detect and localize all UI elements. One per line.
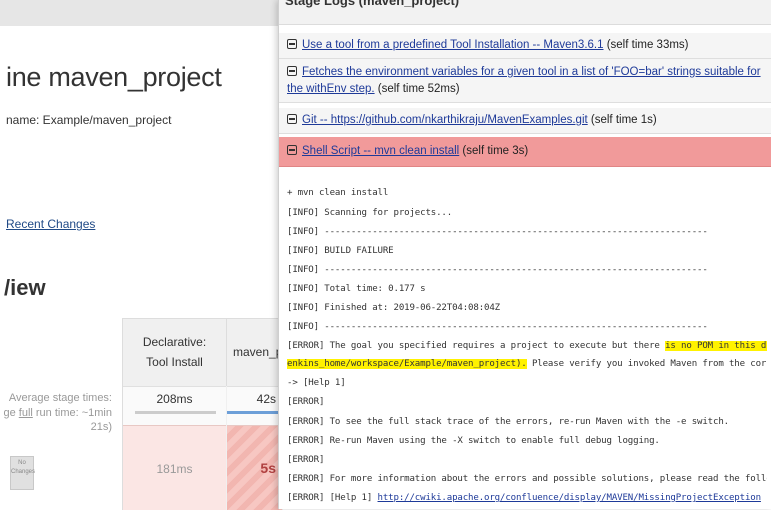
log-step[interactable]: Use a tool from a predefined Tool Instal… (279, 33, 771, 59)
page-header-bar (0, 0, 290, 26)
stage-column-label: maven_pr (233, 345, 282, 359)
log-line: -> [Help 1] (287, 378, 346, 388)
log-line: [ERROR] Re-run Maven using the -X switch… (287, 436, 660, 446)
log-line: [INFO] ---------------------------------… (287, 322, 708, 332)
log-step[interactable]: Fetches the environment variables for a … (279, 59, 771, 103)
log-line: [INFO] Finished at: 2019-06-22T04:08:04Z (287, 303, 500, 313)
log-line: [INFO] Scanning for projects... (287, 208, 453, 218)
step-self-time: (self time 33ms) (603, 39, 689, 51)
stage-column-label: Declarative: Tool Install (142, 335, 207, 369)
average-stage-times-label: Average stage times: (8, 392, 112, 404)
log-line: [ERROR] For more information about the e… (287, 474, 767, 484)
full-run-link[interactable]: full (19, 407, 33, 419)
log-line: + mvn clean install (287, 188, 389, 198)
recent-changes-link[interactable]: Recent Changes (6, 217, 95, 231)
average-time-value: 208ms (156, 392, 193, 406)
run-time-suffix: run time: ~1min (32, 407, 112, 419)
step-link[interactable]: Use a tool from a predefined Tool Instal… (302, 39, 604, 51)
log-text: [ERROR] The goal you specified requires … (287, 341, 666, 351)
stage-run-time: 5s (260, 460, 276, 476)
average-time-value: 42s (256, 392, 276, 406)
log-line: [INFO] BUILD FAILURE (287, 246, 394, 256)
stage-view-heading: /iew (4, 275, 46, 300)
log-line-error: enkins_home/workspace/Example/maven_proj… (287, 359, 767, 369)
stage-run-time: 181ms (156, 462, 193, 476)
stage-run-cell-failed[interactable]: 5s (227, 425, 282, 510)
stage-column-header: Declarative: Tool Install (123, 318, 227, 386)
log-line: [ERROR] (287, 455, 325, 465)
full-project-name: name: Example/maven_project (6, 113, 172, 127)
average-time-cell: 208ms (123, 386, 226, 425)
log-line: [INFO] ---------------------------------… (287, 227, 708, 237)
console-output: + mvn clean install [INFO] Scanning for … (279, 177, 771, 509)
log-text: [ERROR] [Help 1] (287, 493, 378, 503)
run-time-prefix: ge (3, 407, 19, 419)
collapse-icon[interactable] (287, 38, 297, 49)
collapse-icon[interactable] (287, 113, 297, 124)
highlighted-text: is no POM in this directory (/var/j (665, 341, 767, 351)
page-title: ine maven_project (6, 62, 222, 92)
step-self-time: (self time 1s) (587, 114, 657, 126)
average-time-bar (227, 411, 282, 414)
log-line: [ERROR] To see the full stack trace of t… (287, 417, 729, 427)
dialog-title: Stage Logs (maven_project) (285, 0, 460, 8)
step-self-time: (self time 3s) (459, 145, 529, 157)
stage-logs-dialog: Stage Logs (maven_project) Use a tool fr… (278, 0, 771, 509)
average-time-cell: 42s (227, 386, 282, 425)
step-link[interactable]: Shell Script -- mvn clean install (302, 145, 459, 157)
collapse-icon[interactable] (287, 65, 297, 76)
log-line: [ERROR] (287, 397, 325, 407)
help-link[interactable]: http://cwiki.apache.org/confluence/displ… (378, 493, 762, 503)
log-text: Please verify you invoked Maven from the… (531, 359, 767, 369)
no-changes-badge: No Changes (10, 456, 35, 490)
log-line-error: [ERROR] The goal you specified requires … (287, 341, 767, 351)
step-link[interactable]: Git -- https://github.com/nkarthikraju/M… (302, 114, 588, 126)
dialog-titlebar: Stage Logs (maven_project) (279, 0, 771, 25)
highlighted-text: enkins_home/workspace/Example/maven_proj… (287, 359, 527, 369)
full-run-time-label: ge full run time: ~1min (0, 407, 112, 419)
stage-column-header: maven_pr (227, 318, 282, 386)
log-line: [ERROR] [Help 1] http://cwiki.apache.org… (287, 493, 767, 503)
step-link[interactable]: Fetches the environment variables for a … (287, 66, 761, 95)
collapse-icon[interactable] (287, 144, 297, 155)
run-time-value: 21s) (90, 421, 112, 433)
average-time-bar (135, 411, 216, 414)
stage-run-cell[interactable]: 181ms (123, 425, 226, 510)
step-self-time: (self time 52ms) (374, 83, 460, 95)
log-step-failed[interactable]: Shell Script -- mvn clean install (self … (279, 137, 771, 167)
log-step[interactable]: Git -- https://github.com/nkarthikraju/M… (279, 108, 771, 134)
log-line: [INFO] ---------------------------------… (287, 265, 708, 275)
log-line: [INFO] Total time: 0.177 s (287, 284, 426, 294)
